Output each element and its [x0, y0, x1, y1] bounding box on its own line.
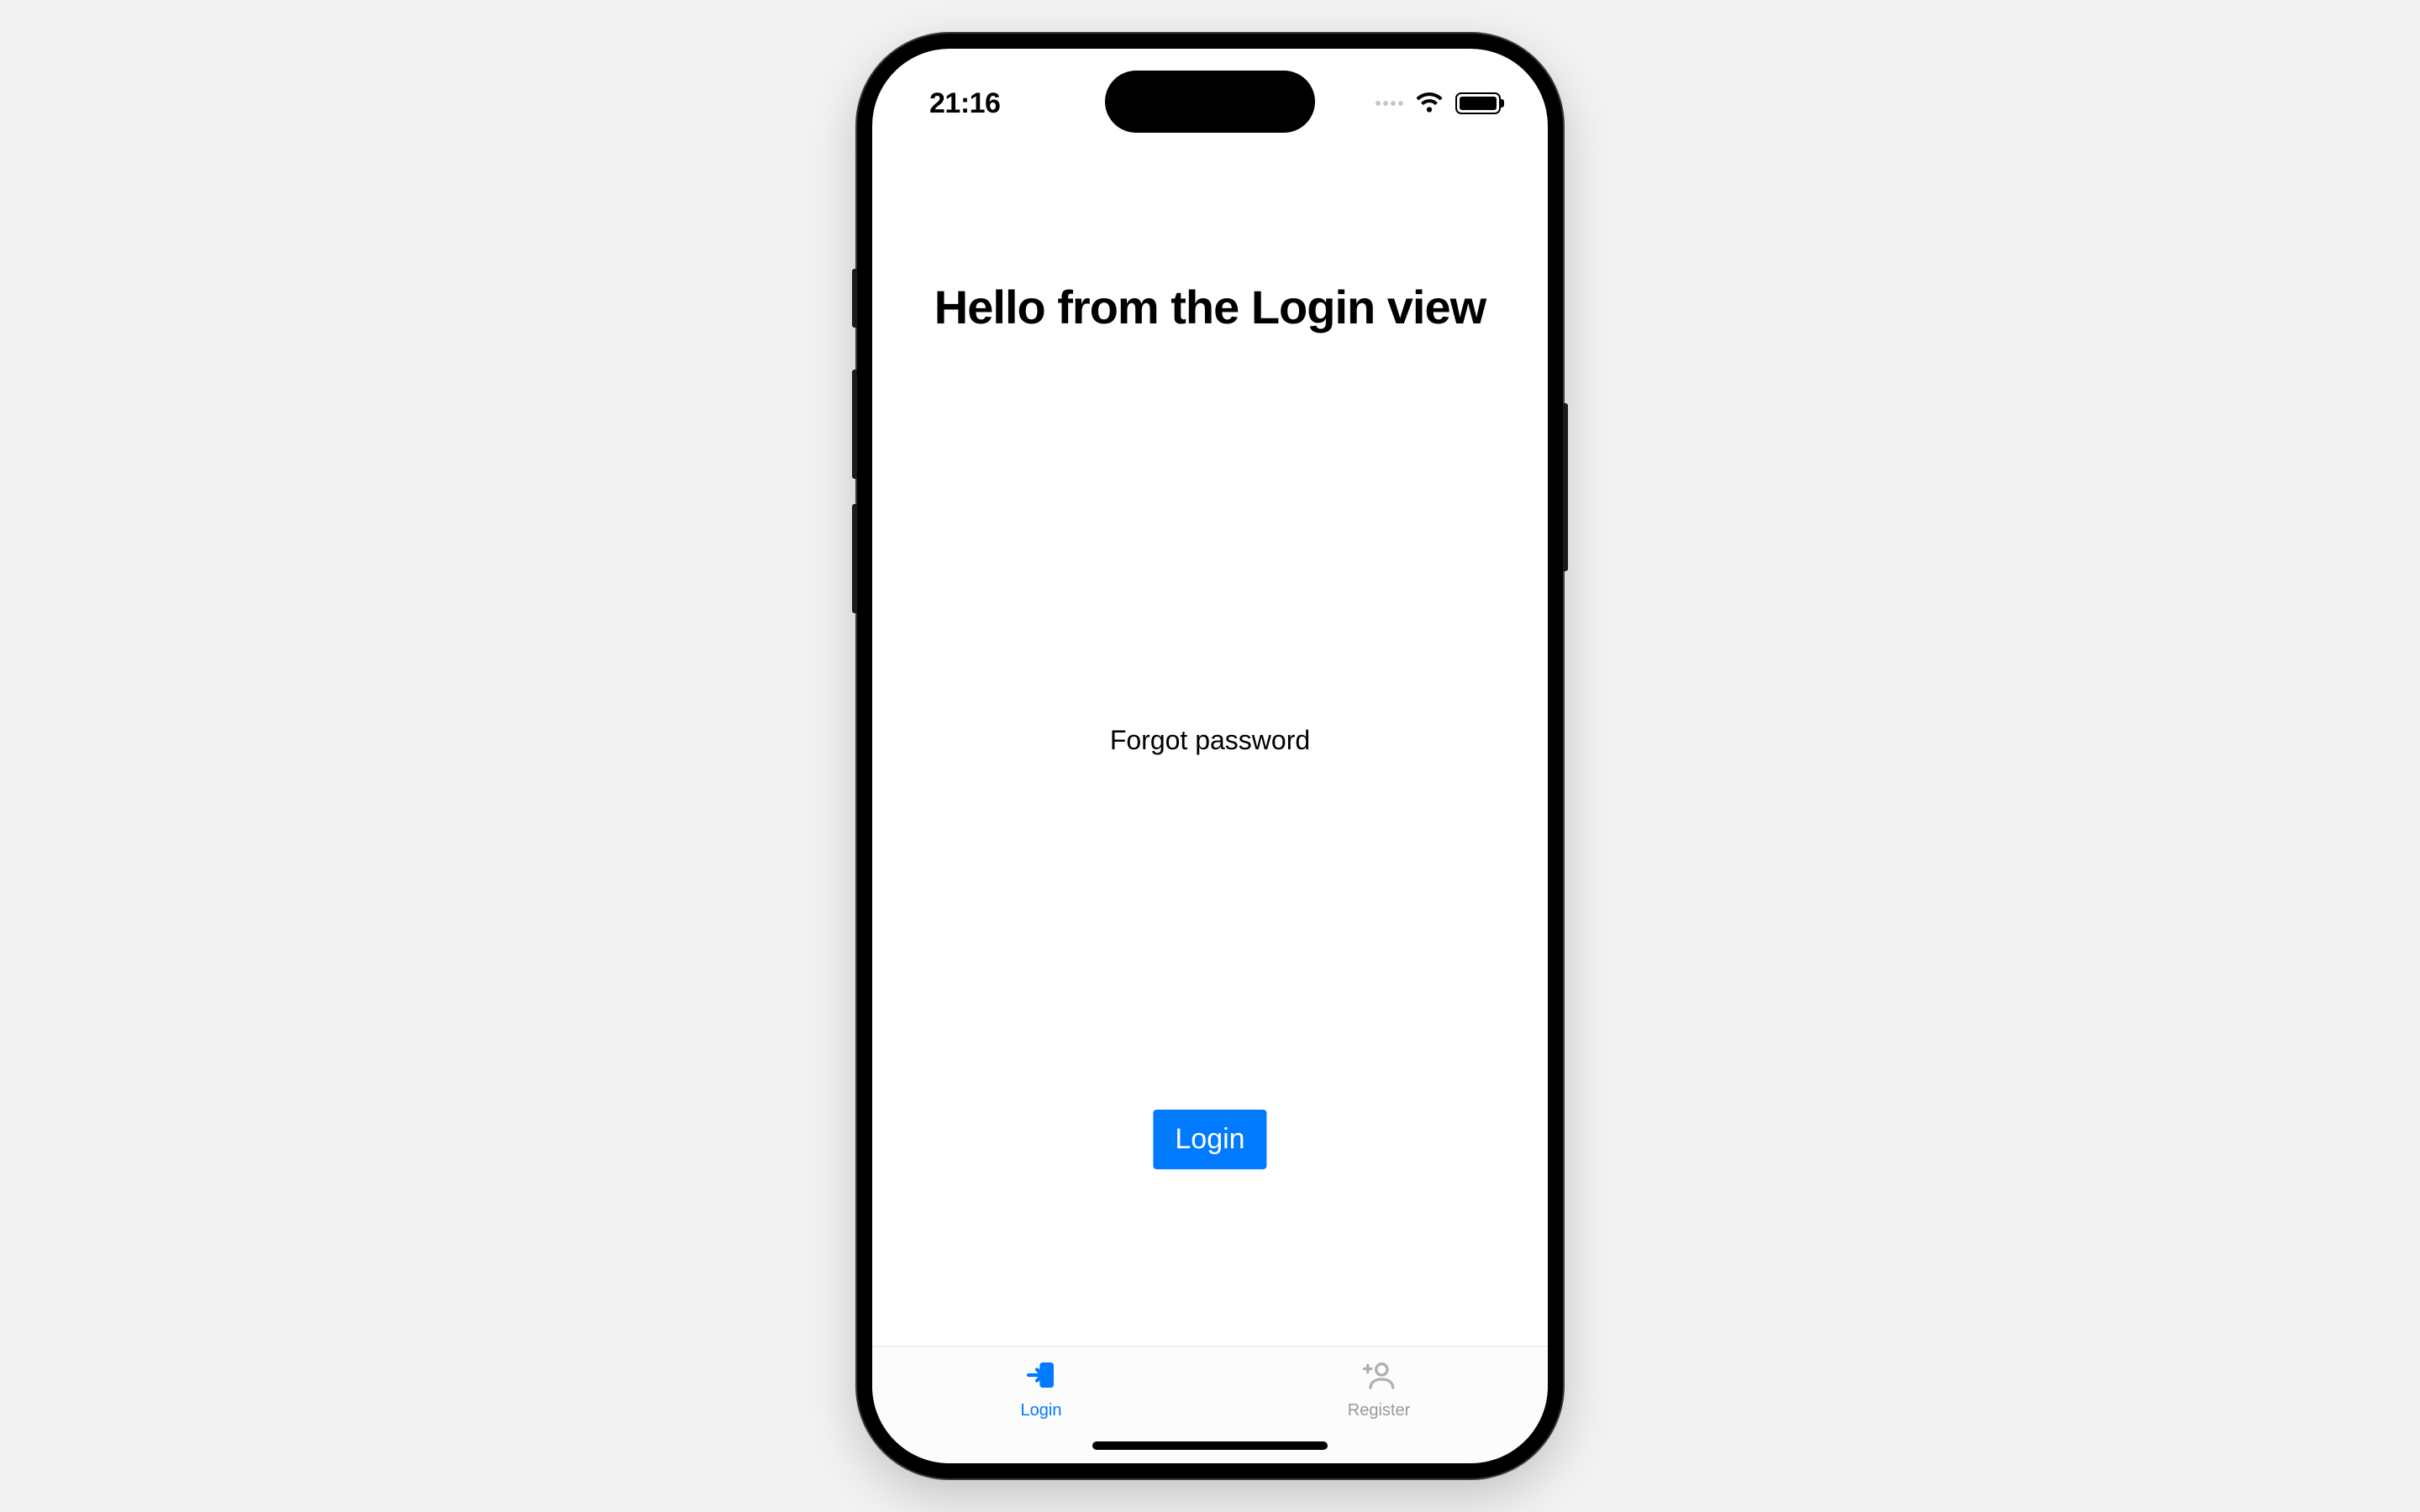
tab-label: Login	[1021, 1401, 1062, 1420]
battery-icon	[1455, 92, 1501, 114]
status-time: 21:16	[929, 87, 1000, 120]
forgot-password-link[interactable]: Forgot password	[1110, 725, 1310, 756]
status-indicators	[1376, 92, 1501, 114]
page-title: Hello from the Login view	[889, 280, 1531, 334]
dynamic-island	[1105, 71, 1315, 133]
login-button[interactable]: Login	[1153, 1110, 1266, 1169]
content-area: Hello from the Login view Forgot passwor…	[872, 141, 1548, 1346]
side-button-volume-down	[852, 504, 857, 613]
side-button-silence	[852, 269, 857, 328]
cellular-icon	[1376, 101, 1403, 106]
screen: 21:16 Hello from the Login view Forgot p…	[872, 49, 1548, 1463]
side-button-power	[1563, 403, 1568, 571]
home-indicator[interactable]	[1092, 1441, 1328, 1450]
tab-register[interactable]: Register	[1210, 1347, 1548, 1438]
wifi-icon	[1415, 92, 1444, 114]
tab-login[interactable]: Login	[872, 1347, 1210, 1438]
tab-label: Register	[1348, 1401, 1410, 1420]
person-add-icon	[1362, 1358, 1396, 1396]
side-button-volume-up	[852, 370, 857, 479]
log-in-icon	[1024, 1358, 1058, 1396]
phone-frame: 21:16 Hello from the Login view Forgot p…	[857, 34, 1563, 1478]
